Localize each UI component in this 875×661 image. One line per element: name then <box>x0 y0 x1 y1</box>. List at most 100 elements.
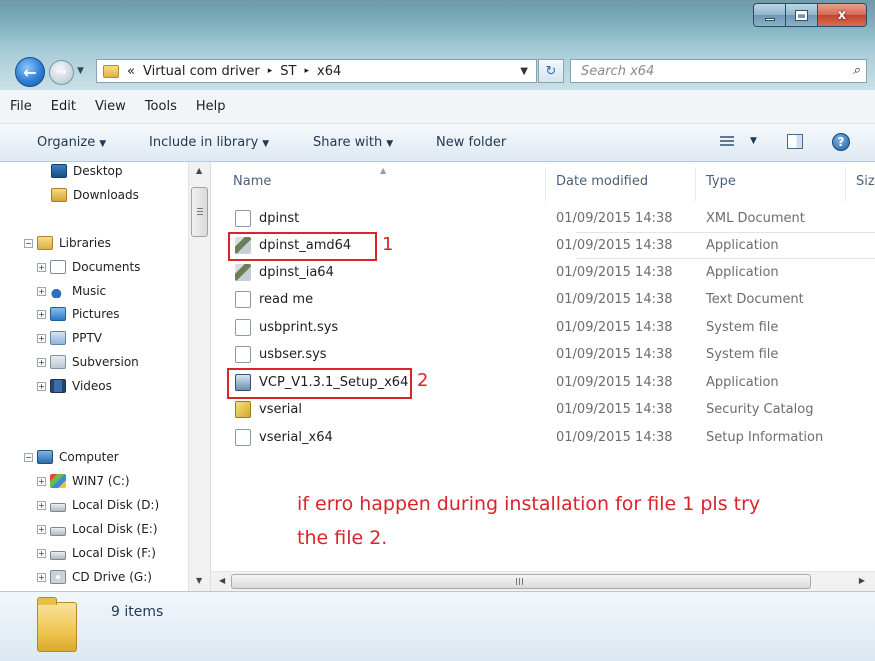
scroll-left-icon[interactable]: ◀ <box>219 576 225 585</box>
subversion-icon <box>50 355 66 369</box>
videos-icon <box>50 379 66 393</box>
nav-item-videos[interactable]: + Videos <box>37 379 112 393</box>
scroll-down-icon[interactable]: ▼ <box>196 576 202 585</box>
breadcrumb-overflow[interactable]: « <box>127 64 135 79</box>
file-row-read-me[interactable]: read me 01/09/2015 14:38 Text Document <box>211 286 875 313</box>
nav-scrollbar[interactable]: ▲ ▼ <box>188 162 210 591</box>
search-icon[interactable]: ⌕ <box>853 63 860 78</box>
column-header-date-modified[interactable]: Date modified <box>556 174 648 189</box>
expand-icon[interactable]: + <box>37 286 46 296</box>
breadcrumb-x64[interactable]: x64 <box>317 64 341 79</box>
nav-item-desktop[interactable]: Desktop <box>51 164 123 178</box>
breadcrumb-st[interactable]: ST <box>280 64 296 79</box>
view-options-icon[interactable] <box>720 136 734 148</box>
maximize-button[interactable] <box>786 4 818 26</box>
nav-item-label: Pictures <box>72 307 120 321</box>
file-row-vserial[interactable]: vserial 01/09/2015 14:38 Security Catalo… <box>211 396 875 423</box>
organize-button[interactable]: Organize ▼ <box>37 135 106 150</box>
nav-item-pictures[interactable]: + Pictures <box>37 307 120 321</box>
search-input[interactable]: Search x64 ⌕ <box>570 59 867 83</box>
back-button[interactable]: ← <box>15 57 45 87</box>
menu-help[interactable]: Help <box>196 99 226 114</box>
minimize-button[interactable] <box>754 4 786 26</box>
nav-item-downloads[interactable]: Downloads <box>51 188 139 202</box>
annotation-box-2 <box>227 368 412 399</box>
title-bar[interactable]: x <box>0 0 875 52</box>
expand-icon[interactable]: + <box>37 572 46 582</box>
expand-icon[interactable]: + <box>37 357 46 367</box>
file-date: 01/09/2015 14:38 <box>556 402 673 417</box>
forward-button[interactable]: → <box>49 60 74 85</box>
menu-view[interactable]: View <box>95 99 126 114</box>
nav-item-documents[interactable]: + Documents <box>37 260 140 274</box>
menu-edit[interactable]: Edit <box>51 99 76 114</box>
nav-item-local-disk-e[interactable]: + Local Disk (E:) <box>37 522 158 536</box>
file-list-horizontal-scrollbar[interactable]: ◀ ▶ <box>211 571 875 591</box>
pictures-icon <box>50 307 66 321</box>
hard-drive-icon <box>50 550 66 560</box>
file-row-dpinst[interactable]: dpinst 01/09/2015 14:38 XML Document <box>211 205 875 232</box>
annotation-box-1 <box>228 232 377 261</box>
file-row-usbprint-sys[interactable]: usbprint.sys 01/09/2015 14:38 System fil… <box>211 314 875 341</box>
expand-icon[interactable]: + <box>37 500 46 510</box>
include-in-library-button[interactable]: Include in library ▼ <box>149 135 269 150</box>
nav-item-libraries[interactable]: − Libraries <box>24 236 111 250</box>
menu-tools[interactable]: Tools <box>145 99 177 114</box>
expand-icon[interactable]: + <box>37 548 46 558</box>
address-bar[interactable]: « Virtual com driver ▸ ST ▸ x64 ▼ <box>96 59 537 83</box>
menu-file[interactable]: File <box>10 99 32 114</box>
breadcrumb-separator[interactable]: ▸ <box>304 66 309 76</box>
nav-item-computer[interactable]: − Computer <box>24 450 119 464</box>
refresh-button[interactable]: ↻ <box>538 59 564 83</box>
organize-label: Organize <box>37 135 96 150</box>
expand-icon[interactable]: + <box>37 309 46 319</box>
chevron-down-icon: ▼ <box>99 139 107 149</box>
new-folder-button[interactable]: New folder <box>436 135 506 150</box>
nav-item-pptv[interactable]: + PPTV <box>37 331 102 345</box>
recent-pages-dropdown[interactable]: ▼ <box>77 66 84 76</box>
expand-icon[interactable]: + <box>37 381 46 391</box>
column-divider[interactable] <box>545 167 546 201</box>
chevron-down-icon[interactable]: ▼ <box>750 136 757 146</box>
collapse-icon[interactable]: − <box>24 238 33 248</box>
expand-icon[interactable]: + <box>37 262 46 272</box>
nav-item-local-disk-d[interactable]: + Local Disk (D:) <box>37 498 159 512</box>
help-icon[interactable]: ? <box>832 133 850 151</box>
nav-scrollbar-thumb[interactable] <box>191 187 208 237</box>
nav-item-cd-drive-g[interactable]: + CD Drive (G:) <box>37 570 152 584</box>
column-header-name[interactable]: Name <box>233 174 271 189</box>
scroll-up-icon[interactable]: ▲ <box>196 166 202 175</box>
preview-pane-icon[interactable] <box>787 134 803 149</box>
nav-item-subversion[interactable]: + Subversion <box>37 355 139 369</box>
file-row-usbser-sys[interactable]: usbser.sys 01/09/2015 14:38 System file <box>211 341 875 368</box>
file-row-vserial-x64[interactable]: vserial_x64 01/09/2015 14:38 Setup Infor… <box>211 424 875 451</box>
expand-icon[interactable]: + <box>37 476 46 486</box>
nav-item-label: Videos <box>72 379 112 393</box>
column-header-size[interactable]: Siz <box>856 174 875 189</box>
expand-icon[interactable]: + <box>37 524 46 534</box>
hard-drive-icon <box>50 502 66 512</box>
scroll-right-icon[interactable]: ▶ <box>859 576 865 585</box>
collapse-icon[interactable]: − <box>24 452 33 462</box>
column-header-type[interactable]: Type <box>706 174 736 189</box>
annotation-note-line-2: the file 2. <box>297 527 388 549</box>
nav-item-local-disk-f[interactable]: + Local Disk (F:) <box>37 546 156 560</box>
column-divider[interactable] <box>845 167 846 201</box>
annotation-number-1: 1 <box>382 234 394 255</box>
file-name: vserial <box>259 402 302 417</box>
file-row-dpinst-ia64[interactable]: dpinst_ia64 01/09/2015 14:38 Application <box>211 259 875 286</box>
nav-item-music[interactable]: + Music <box>37 284 106 298</box>
maximize-icon <box>796 10 807 20</box>
address-dropdown-icon[interactable]: ▼ <box>520 66 528 77</box>
file-date: 01/09/2015 14:38 <box>556 430 673 445</box>
menu-bar: File Edit View Tools Help <box>0 90 875 124</box>
share-with-button[interactable]: Share with ▼ <box>313 135 393 150</box>
nav-item-win7-c[interactable]: + WIN7 (C:) <box>37 474 130 488</box>
horizontal-scrollbar-thumb[interactable] <box>231 574 811 589</box>
expand-icon[interactable]: + <box>37 333 46 343</box>
close-button[interactable]: x <box>818 4 866 26</box>
breadcrumb-virtual-com-driver[interactable]: Virtual com driver <box>143 64 260 79</box>
column-divider[interactable] <box>695 167 696 201</box>
breadcrumb-separator[interactable]: ▸ <box>268 66 273 76</box>
close-icon: x <box>837 7 847 23</box>
